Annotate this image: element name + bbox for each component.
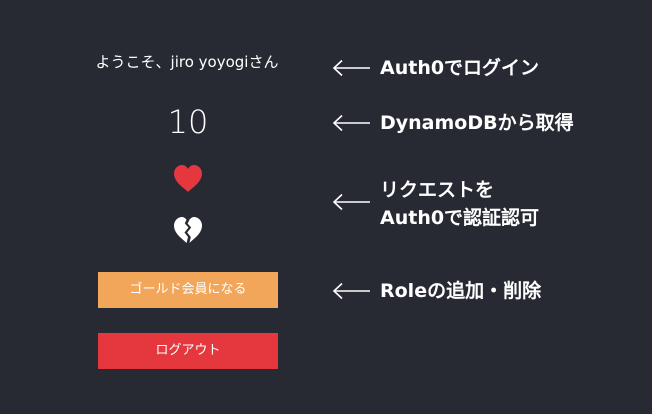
annotation-line: Roleの追加・削除 xyxy=(380,280,542,302)
annotation-role-text: Roleの追加・削除 xyxy=(380,277,541,305)
left-arrow-icon xyxy=(332,282,370,300)
broken-heart-icon[interactable] xyxy=(172,215,204,245)
logout-button[interactable]: ログアウト xyxy=(98,333,278,369)
heart-icon[interactable] xyxy=(172,163,204,193)
annotation-dynamodb-text: DynamoDBから取得 xyxy=(380,109,574,137)
left-arrow-icon xyxy=(332,59,370,77)
annotation-auth: リクエストを Auth0で認証認可 xyxy=(332,176,539,232)
annotation-line: Auth0でログイン xyxy=(380,57,540,79)
annotation-role: Roleの追加・削除 xyxy=(332,277,541,305)
annotation-dynamodb: DynamoDBから取得 xyxy=(332,109,574,137)
welcome-message: ようこそ、jiro yoyogiさん xyxy=(95,53,279,71)
left-arrow-icon xyxy=(332,114,370,132)
annotation-auth-text: リクエストを Auth0で認証認可 xyxy=(380,176,539,232)
left-arrow-icon xyxy=(332,193,370,211)
gold-member-button[interactable]: ゴールド会員になる xyxy=(98,272,278,308)
annotation-login-text: Auth0でログイン xyxy=(380,54,539,82)
like-count: 10 xyxy=(167,103,209,141)
annotation-line: Auth0で認証認可 xyxy=(380,207,540,229)
annotation-line: DynamoDBから取得 xyxy=(380,112,574,134)
annotation-line: リクエストを xyxy=(380,179,495,201)
annotation-login: Auth0でログイン xyxy=(332,54,539,82)
